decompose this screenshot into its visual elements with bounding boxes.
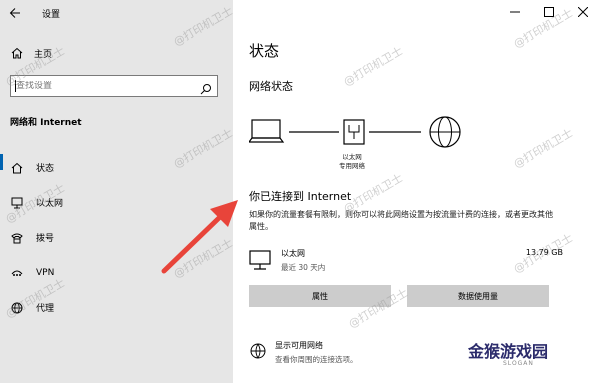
window-title: 设置 [42,9,61,20]
search-icon[interactable] [200,80,212,99]
usage-period: 最近 30 天内 [281,263,326,272]
sidebar-item-label: VPN [36,267,55,278]
home-icon [10,47,24,59]
data-usage-button[interactable]: 数据使用量 [407,285,549,307]
adapter-label: 以太网 专用网络 [327,153,377,171]
adapter-name: 以太网 [342,153,362,161]
close-icon [578,7,588,17]
brand-slogan: SLOGAN [503,360,534,367]
ethernet-usage-row: 以太网 最近 30 天内 13.79 GB [249,246,563,276]
back-arrow-icon [9,8,20,18]
show-networks-subtitle: 查看你周围的连接选项。 [275,355,358,364]
network-profile: 专用网络 [339,162,365,170]
section-title: 网络和 Internet [10,118,82,128]
ethernet-name: 以太网 [281,249,305,258]
page-title: 状态 [249,42,280,60]
brand-logo: 金猴游戏园 SLOGAN [458,330,598,380]
minimize-button[interactable] [498,0,532,24]
brand-name: 金猴游戏园 [468,342,549,361]
connection-status: 你已连接到 Internet [249,190,352,203]
laptop-icon [249,119,285,143]
section-subtitle: 网络状态 [249,80,293,93]
ethernet-adapter-icon [343,119,365,145]
home-network-icon [10,162,24,174]
sidebar-item-label: 拨号 [36,234,55,244]
network-search-icon [249,342,267,364]
vpn-icon [10,267,24,279]
show-networks-title: 显示可用网络 [275,341,323,350]
back-button[interactable] [0,0,30,26]
status-description: 如果你的流量套餐有限制，则你可以将此网络设置为按流量计费的连接，或者更改其他属性… [249,210,553,231]
sidebar-item-label: 状态 [36,164,55,174]
internet-globe-icon [429,116,461,148]
minimize-icon [510,11,520,13]
search-field[interactable] [10,75,218,97]
main-content: 状态 网络状态 以太网 专用网络 你已连接到 Internet 如果你的流量套餐… [233,0,600,383]
dialup-icon [10,232,24,244]
search-input[interactable] [16,81,186,91]
desktop-ethernet-icon [249,249,271,275]
